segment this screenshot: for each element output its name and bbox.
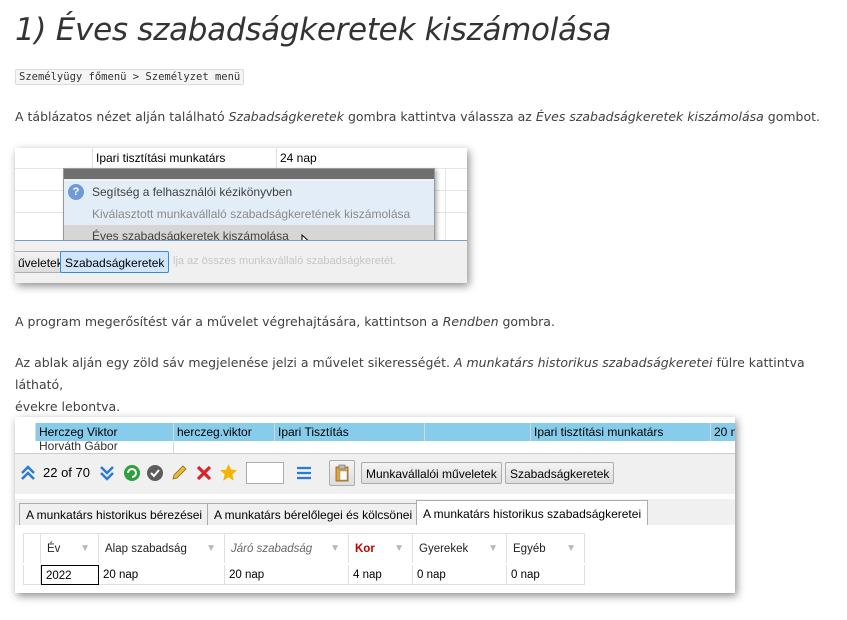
page-title: 1) Éves szabadságkeretek kiszámolása <box>15 12 612 48</box>
context-menu: ? Segítség a felhasználói kézikönyvben K… <box>63 168 435 250</box>
cell-empty <box>425 423 531 441</box>
para1-text-2: gombra kattintva válassza az <box>343 109 536 124</box>
szabadsagkeretek-button[interactable]: Szabadságkeretek <box>505 462 615 484</box>
list-menu-icon[interactable] <box>295 464 313 482</box>
filter-icon[interactable]: ▼ <box>566 534 576 564</box>
menu-item-selected-label: Kiválasztott munkavállaló szabadságkeret… <box>92 207 411 221</box>
clipboard-icon <box>335 464 349 482</box>
menu-item-help-label: Segítség a felhasználói kézikönyvben <box>92 185 293 199</box>
check-icon[interactable] <box>146 464 164 482</box>
filter-icon[interactable]: ▼ <box>80 534 90 564</box>
table-row-selected[interactable]: Herczeg Viktor herczeg.viktor Ipari Tisz… <box>15 423 735 441</box>
chevron-double-up-icon[interactable] <box>20 464 36 482</box>
filter-icon[interactable]: ▼ <box>488 534 498 564</box>
paragraph-1: A táblázatos nézet alján található Szaba… <box>15 106 820 128</box>
pencil-icon[interactable] <box>170 464 188 482</box>
para2-text-2: gombra. <box>498 314 555 329</box>
navigation-toolbar: 22 of 70 Munkavállalói műveletek Szabads… <box>15 453 735 494</box>
menu-item-help[interactable]: ? Segítség a felhasználói kézikönyvben <box>64 181 434 203</box>
para2-text-1: A program megerősítést vár a művelet vég… <box>15 314 443 329</box>
munkavallaloi-muveletek-button[interactable]: Munkavállalói műveletek <box>361 462 502 484</box>
screenshot-context-menu: Ipari tisztítási munkatárs 24 nap ? Segí… <box>15 148 467 283</box>
column-header-gyerekek-label: Gyerekek <box>419 543 469 555</box>
column-header-egyeb[interactable]: Egyéb ▼ <box>507 533 585 563</box>
paragraph-2: A program megerősítést vár a művelet vég… <box>15 311 555 333</box>
column-header-ev-label: Év <box>47 543 61 555</box>
star-icon[interactable] <box>219 463 238 482</box>
cell-name: Herczeg Viktor <box>36 423 174 441</box>
column-header-jaro-label: Járó szabadság <box>231 543 313 555</box>
cell-position: Ipari tisztítási munkatárs <box>531 423 711 441</box>
grid-row: Ipari tisztítási munkatárs 24 nap <box>15 148 467 169</box>
delete-x-icon[interactable] <box>195 464 213 482</box>
para1-text-1: A táblázatos nézet alján található <box>15 109 229 124</box>
cell-gyerekek[interactable]: 0 nap <box>413 565 507 585</box>
filter-icon[interactable]: ▼ <box>330 534 340 564</box>
para1-italic-1: Szabadságkeretek <box>228 109 344 124</box>
screenshot-history-tab: Herczeg Viktor herczeg.viktor Ipari Tisz… <box>15 417 735 593</box>
bottom-toolbar: űveletek Szabadságkeretek lja az összes … <box>15 240 467 283</box>
tab-historikus-berezesei[interactable]: A munkatárs historikus bérezései <box>19 503 210 525</box>
szabadsagkeretek-button[interactable]: Szabadságkeretek <box>60 251 170 273</box>
cell-jaro[interactable]: 20 nap <box>225 565 349 585</box>
column-header-ev[interactable]: Év ▼ <box>41 533 99 563</box>
tab-historikus-szabadsagkeretei[interactable]: A munkatárs historikus szabadságkeretei <box>416 500 649 526</box>
cell-ev[interactable]: 2022 <box>41 565 99 585</box>
refresh-icon[interactable] <box>123 464 141 482</box>
breadcrumb: Személyügy főmenü > Személyzet menü <box>15 69 245 85</box>
cell-username: herczeg.viktor <box>174 423 275 441</box>
column-header-alap[interactable]: Alap szabadság ▼ <box>99 533 225 563</box>
chevron-double-down-icon[interactable] <box>99 464 115 482</box>
column-header-alap-label: Alap szabadság <box>105 543 187 555</box>
tab-strip: A munkatárs historikus bérezései A munka… <box>15 499 735 526</box>
cell-kor[interactable]: 4 nap <box>349 565 413 585</box>
record-counter: 22 of 70 <box>43 465 90 480</box>
help-icon: ? <box>68 184 84 200</box>
cell-egyeb[interactable]: 0 nap <box>507 565 585 585</box>
tab-berelolegei[interactable]: A munkatárs bérelőlegei és kölcsönei <box>207 503 420 525</box>
para1-text-3: gombot. <box>763 109 821 124</box>
column-header-kor[interactable]: Kor ▼ <box>349 533 413 563</box>
cell-days: 20 n <box>714 425 735 439</box>
column-header-egyeb-label: Egyéb <box>513 543 546 555</box>
clipboard-button[interactable] <box>329 460 355 486</box>
para3-text-line2: évekre lebontva. <box>15 399 121 414</box>
para2-italic-1: Rendben <box>442 314 499 329</box>
cell-days: 24 nap <box>280 151 317 165</box>
paragraph-3: Az ablak alján egy zöld sáv megjelenése … <box>15 352 847 418</box>
column-header-jaro[interactable]: Járó szabadság ▼ <box>225 533 349 563</box>
history-table: Év ▼ Alap szabadság ▼ Járó szabadság ▼ Kor ▼… <box>15 525 735 593</box>
cell-role: Ipari tisztítási munkatárs <box>93 148 277 168</box>
cell-department: Ipari Tisztítás <box>275 423 425 441</box>
para3-text-1: Az ablak alján egy zöld sáv megjelenése … <box>15 355 454 370</box>
cell-alap[interactable]: 20 nap <box>99 565 225 585</box>
column-header-kor-label: Kor <box>355 543 375 555</box>
search-input[interactable] <box>246 462 284 484</box>
tooltip-ghost-text: lja az összes munkavállaló szabadságkere… <box>173 255 397 267</box>
column-header-gyerekek[interactable]: Gyerekek ▼ <box>413 533 507 563</box>
cell-name-partial: Horváth Gábor <box>36 441 174 453</box>
table-row-partial[interactable]: Horváth Gábor <box>15 441 735 453</box>
filter-icon[interactable]: ▼ <box>394 534 404 564</box>
para1-italic-2: Éves szabadságkeretek kiszámolása <box>535 109 764 124</box>
para3-italic-1: A munkatárs historikus szabadságkeretei <box>453 355 713 370</box>
menu-item-selected: Kiválasztott munkavállaló szabadságkeret… <box>64 203 434 225</box>
filter-icon[interactable]: ▼ <box>206 534 216 564</box>
